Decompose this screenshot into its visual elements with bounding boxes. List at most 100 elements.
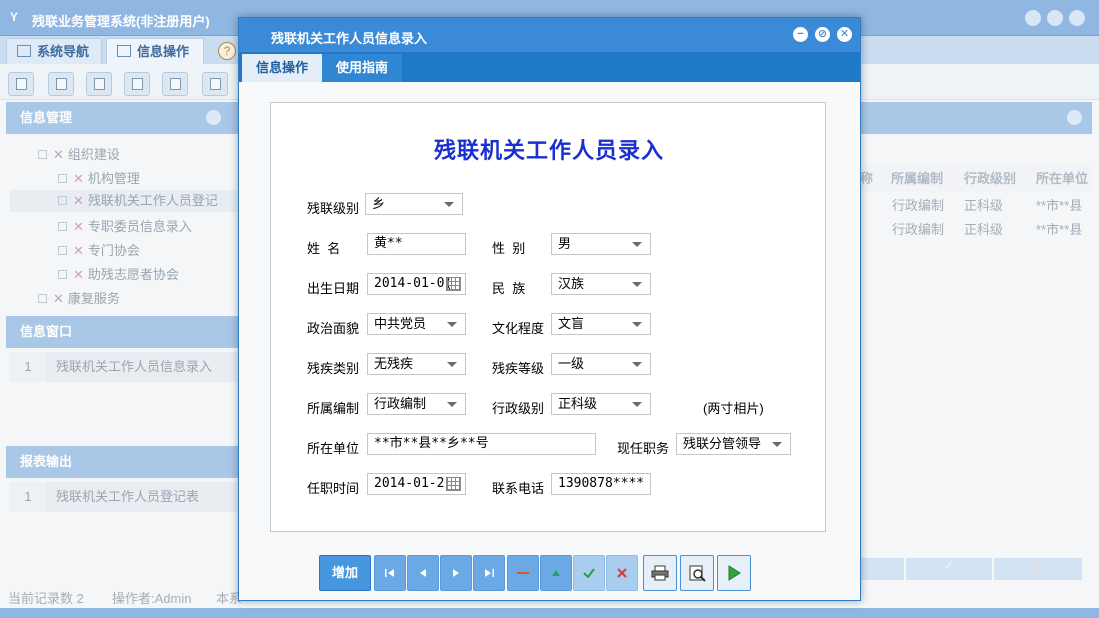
close-icon[interactable]: [1069, 10, 1085, 26]
delete-button[interactable]: [507, 555, 539, 591]
last-record-button[interactable]: [473, 555, 505, 591]
tree-item-rehab[interactable]: ✕ 康复服务: [38, 288, 120, 307]
tenure-date-input[interactable]: 2014-01-2: [367, 473, 466, 495]
gender-select[interactable]: 男: [551, 233, 651, 255]
date-value: 2014-01-0(: [374, 276, 453, 291]
gender-label: 性 别: [492, 241, 526, 256]
minimize-icon[interactable]: [1025, 10, 1041, 26]
grid-cell: **市**县: [1036, 198, 1083, 213]
tab-info-ops[interactable]: 信息操作: [106, 38, 204, 64]
expand-icon[interactable]: [38, 150, 47, 160]
minimize-icon[interactable]: −: [793, 27, 808, 42]
tab-system-nav[interactable]: 系统导航: [6, 38, 102, 64]
print-button[interactable]: [643, 555, 677, 591]
run-button[interactable]: [717, 555, 751, 591]
window-tool-button[interactable]: [162, 72, 188, 96]
save-button[interactable]: [573, 555, 605, 591]
level-label: 残联级别: [307, 201, 360, 216]
education-label: 文化程度: [492, 321, 545, 336]
tab-user-guide[interactable]: 使用指南: [322, 54, 403, 82]
grid-cancel-button[interactable]: ✕: [994, 558, 1082, 580]
maximize-icon[interactable]: [1047, 10, 1063, 26]
list-item[interactable]: 1 残联机关工作人员信息录入: [10, 352, 238, 382]
birth-date-input[interactable]: 2014-01-0(: [367, 273, 466, 295]
grid-col-level: 行政级别: [964, 171, 1017, 186]
grid-confirm-button[interactable]: ✓: [906, 558, 992, 580]
calendar-icon[interactable]: [446, 277, 461, 291]
next-icon: [453, 569, 459, 577]
preview-button[interactable]: [680, 555, 714, 591]
position-select[interactable]: 残联分管领导: [676, 433, 791, 455]
app-title: 残联业务管理系统(非注册用户): [32, 14, 210, 29]
disability-level-select[interactable]: 一级: [551, 353, 651, 375]
chevron-down-icon: [632, 402, 642, 407]
grid-col-staffing: 所属编制: [891, 171, 944, 186]
list-item[interactable]: 1 残联机关工作人员登记表: [10, 482, 238, 512]
expand-icon[interactable]: [58, 270, 67, 280]
record-count: 当前记录数 2: [8, 591, 84, 606]
education-select[interactable]: 文盲: [551, 313, 651, 335]
dialog-tabbar: 信息操作 使用指南: [239, 52, 860, 82]
close-icon[interactable]: ✕: [837, 27, 852, 42]
grid-action-button[interactable]: [860, 558, 904, 580]
unit-input[interactable]: **市**县**乡**号: [367, 433, 596, 455]
restore-icon[interactable]: ⊘: [815, 27, 830, 42]
tree-label: 残联机关工作人员登记: [87, 193, 218, 208]
search-tool-button[interactable]: [8, 72, 34, 96]
export-tool-button[interactable]: [202, 72, 228, 96]
political-select[interactable]: 中共党员: [367, 313, 466, 335]
list-tool-button[interactable]: [48, 72, 74, 96]
app-window-controls: [1025, 10, 1085, 26]
date-value: 2014-01-2: [374, 476, 445, 491]
calendar-icon[interactable]: [446, 477, 461, 491]
search-icon: [16, 78, 27, 90]
chevron-down-icon: [632, 282, 642, 287]
tree-item-committee[interactable]: ✕ 专职委员信息录入: [58, 216, 192, 235]
ethnic-select[interactable]: 汉族: [551, 273, 651, 295]
disability-level-label: 残疾等级: [492, 361, 545, 376]
tab-info-ops[interactable]: 信息操作: [242, 54, 323, 82]
tree-label: 助残志愿者协会: [87, 267, 179, 282]
tree-item-org[interactable]: ✕ 组织建设: [38, 144, 120, 163]
tree-label: 专职委员信息录入: [87, 219, 192, 234]
grid-cell: **市**县: [1036, 222, 1083, 237]
expand-icon[interactable]: [58, 196, 67, 206]
print-preview-icon: [689, 565, 706, 582]
photo-placeholder[interactable]: (两寸相片): [703, 398, 764, 417]
users-tool-button[interactable]: [124, 72, 150, 96]
dialog-titlebar[interactable]: 残联机关工作人员信息录入 − ⊘ ✕: [239, 18, 860, 52]
minus-icon: [517, 572, 529, 574]
chevron-down-icon: [447, 402, 457, 407]
chevron-down-icon: [632, 362, 642, 367]
collapse-icon[interactable]: [206, 110, 221, 125]
staffing-select[interactable]: 行政编制: [367, 393, 466, 415]
expand-icon[interactable]: [58, 222, 67, 232]
admin-level-select[interactable]: 正科级: [551, 393, 651, 415]
collapse-icon[interactable]: [1067, 110, 1082, 125]
expand-icon[interactable]: [58, 174, 67, 184]
first-record-button[interactable]: [374, 555, 406, 591]
select-value: 一级: [558, 356, 585, 371]
expand-icon[interactable]: [58, 246, 67, 256]
edit-button[interactable]: [540, 555, 572, 591]
tree-item-association[interactable]: ✕ 专门协会: [58, 240, 140, 259]
next-record-button[interactable]: [440, 555, 472, 591]
cancel-button[interactable]: [606, 555, 638, 591]
level-select[interactable]: 乡: [365, 193, 463, 215]
row-number: 1: [10, 352, 46, 382]
help-icon[interactable]: ?: [218, 42, 236, 60]
add-button[interactable]: 增加: [319, 555, 371, 591]
disability-type-select[interactable]: 无残疾: [367, 353, 466, 375]
tree-item-staff-register[interactable]: ✕ 残联机关工作人员登记: [10, 190, 238, 212]
row-number: 1: [10, 482, 46, 512]
tree-item-institution[interactable]: ✕ 机构管理: [58, 168, 140, 187]
phone-input[interactable]: 1390878****: [551, 473, 651, 495]
prev-record-button[interactable]: [407, 555, 439, 591]
list-icon: [56, 78, 67, 90]
name-input[interactable]: 黄**: [367, 233, 466, 255]
tree-item-volunteer[interactable]: ✕ 助残志愿者协会: [58, 264, 179, 283]
expand-icon[interactable]: [38, 294, 47, 304]
doc-tool-button[interactable]: [86, 72, 112, 96]
grid-cell: 行政编制: [892, 198, 945, 213]
select-value: 正科级: [558, 396, 598, 411]
